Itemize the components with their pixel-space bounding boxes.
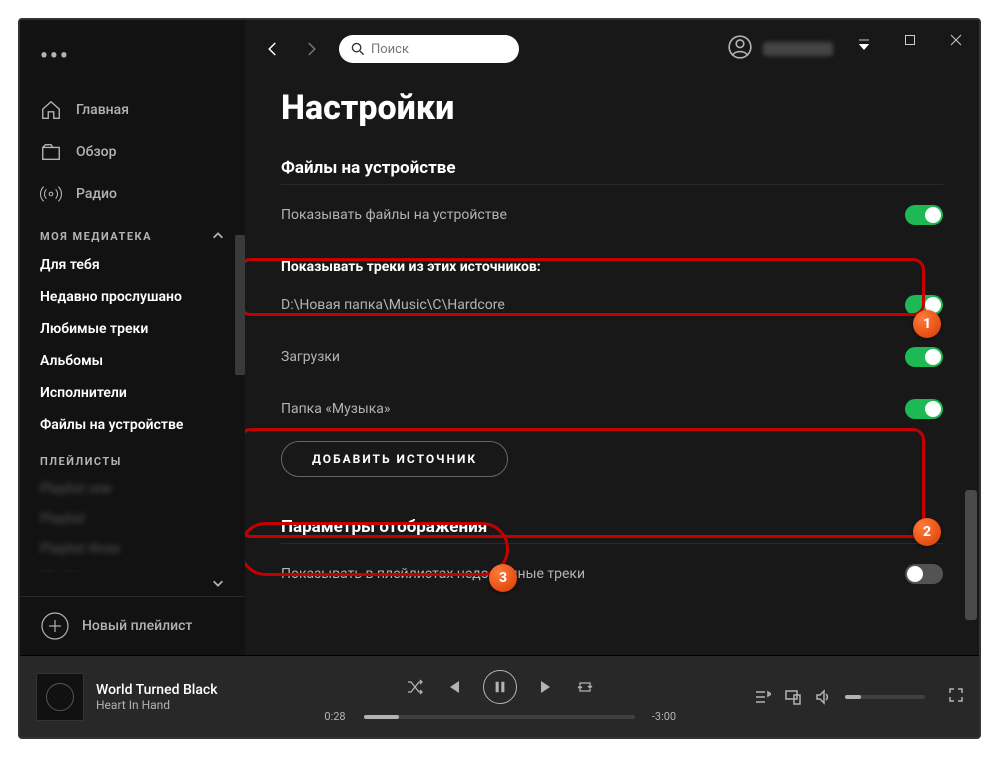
playlist-item[interactable]: Playlist one	[20, 474, 245, 504]
nav-browse[interactable]: Обзор	[20, 131, 245, 173]
lib-local-files[interactable]: Файлы на устройстве	[20, 409, 245, 441]
new-playlist-label: Новый плейлист	[82, 618, 192, 634]
page-title: Настройки	[281, 88, 943, 128]
album-art[interactable]	[36, 673, 84, 721]
nav-radio[interactable]: Радио	[20, 173, 245, 215]
progress-bar[interactable]	[364, 715, 635, 719]
playlist-item[interactable]: Playlist three	[20, 534, 245, 564]
maximize-button[interactable]	[887, 20, 933, 60]
nav-forward-button[interactable]	[299, 37, 323, 61]
elapsed-time: 0:28	[316, 710, 354, 723]
user-icon[interactable]	[727, 34, 753, 64]
playlists-header: ПЛЕЙЛИСТЫ	[20, 441, 245, 474]
queue-button[interactable]	[755, 689, 771, 705]
player-bar: World Turned Black Heart In Hand 0:28 -3…	[20, 655, 979, 737]
menu-ellipsis-icon[interactable]: •••	[20, 36, 245, 89]
previous-button[interactable]	[445, 679, 461, 695]
lib-artists[interactable]: Исполнители	[20, 377, 245, 409]
show-unavailable-label: Показывать в плейлистах недоступные трек…	[281, 566, 585, 582]
playlist-item[interactable]: Playlist	[20, 504, 245, 534]
devices-button[interactable]	[785, 689, 801, 705]
search-box[interactable]	[339, 35, 519, 63]
show-unavailable-toggle[interactable]	[905, 564, 943, 584]
source-toggle[interactable]	[905, 399, 943, 419]
sources-subtitle: Показывать треки из этих источников:	[281, 241, 943, 279]
nav-back-button[interactable]	[261, 37, 285, 61]
search-input[interactable]	[371, 42, 507, 57]
display-section-title: Параметры отображения	[281, 517, 943, 537]
sidebar-scrollbar[interactable]	[235, 235, 245, 375]
local-files-section-title: Файлы на устройстве	[281, 158, 943, 178]
now-playing: World Turned Black Heart In Hand	[36, 673, 316, 721]
divider	[281, 184, 943, 185]
playlist-item[interactable]: Playlist	[20, 564, 245, 572]
shuffle-button[interactable]	[407, 679, 423, 695]
nav-browse-label: Обзор	[76, 144, 117, 160]
browse-icon	[40, 141, 62, 163]
plus-circle-icon	[40, 611, 70, 641]
chevron-up-icon[interactable]	[211, 229, 225, 243]
show-unavailable-row: Показывать в плейлистах недоступные трек…	[281, 548, 943, 600]
sidebar: ••• Главная Обзор Радио МОЯ МЕДИАТЕКА Дл…	[20, 20, 245, 655]
track-artist[interactable]: Heart In Hand	[96, 698, 218, 712]
library-header: МОЯ МЕДИАТЕКА	[20, 215, 245, 249]
nav-home[interactable]: Главная	[20, 89, 245, 131]
repeat-button[interactable]	[577, 679, 593, 695]
source-path: Папка «Музыка»	[281, 401, 390, 417]
window-controls	[841, 20, 979, 60]
main-scrollbar[interactable]	[965, 490, 977, 620]
source-path: D:\Новая папка\Music\C\Hardcore	[281, 297, 505, 313]
track-title[interactable]: World Turned Black	[96, 682, 218, 698]
main-panel: Настройки Файлы на устройстве Показывать…	[245, 20, 979, 655]
source-row: D:\Новая папка\Music\C\Hardcore	[281, 279, 943, 331]
chevron-down-icon[interactable]	[211, 576, 225, 590]
lib-recent[interactable]: Недавно прослушано	[20, 281, 245, 313]
lib-liked[interactable]: Любимые треки	[20, 313, 245, 345]
show-local-files-row: Показывать файлы на устройстве	[281, 189, 943, 241]
pause-button[interactable]	[483, 670, 517, 704]
search-icon	[351, 41, 365, 57]
volume-slider[interactable]	[845, 695, 925, 699]
settings-content: Настройки Файлы на устройстве Показывать…	[245, 78, 979, 655]
volume-button[interactable]	[815, 689, 831, 705]
lib-for-you[interactable]: Для тебя	[20, 249, 245, 281]
radio-icon	[40, 183, 62, 205]
playlists-collapse	[20, 572, 245, 596]
new-playlist-button[interactable]: Новый плейлист	[20, 596, 245, 655]
nav-radio-label: Радио	[76, 186, 117, 202]
user-name-redacted	[763, 42, 833, 56]
home-icon	[40, 99, 62, 121]
source-path: Загрузки	[281, 349, 340, 365]
source-toggle[interactable]	[905, 347, 943, 367]
next-button[interactable]	[539, 679, 555, 695]
show-local-files-label: Показывать файлы на устройстве	[281, 207, 507, 223]
minimize-button[interactable]	[841, 20, 887, 60]
nav-home-label: Главная	[76, 102, 129, 118]
fullscreen-button[interactable]	[949, 687, 963, 706]
app-window: ••• Главная Обзор Радио МОЯ МЕДИАТЕКА Дл…	[18, 18, 981, 739]
show-local-files-toggle[interactable]	[905, 205, 943, 225]
source-toggle[interactable]	[905, 295, 943, 315]
add-source-button[interactable]: ДОБАВИТЬ ИСТОЧНИК	[281, 441, 508, 477]
source-row: Загрузки	[281, 331, 943, 383]
lib-albums[interactable]: Альбомы	[20, 345, 245, 377]
source-row: Папка «Музыка»	[281, 383, 943, 435]
remaining-time: -3:00	[645, 710, 683, 723]
divider	[281, 543, 943, 544]
close-button[interactable]	[933, 20, 979, 60]
